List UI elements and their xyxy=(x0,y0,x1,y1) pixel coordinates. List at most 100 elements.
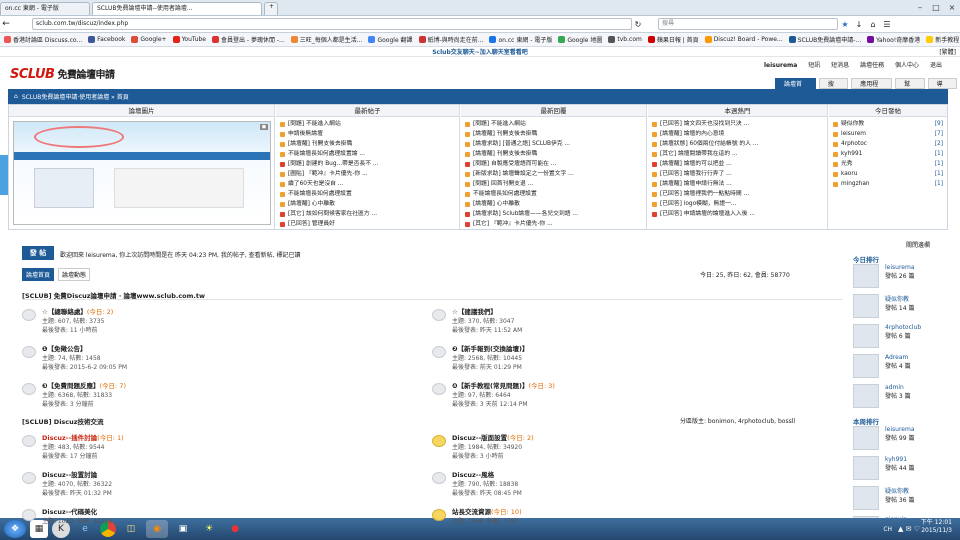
forum-last-post[interactable]: 最後發表: 3 小時前 xyxy=(452,451,504,460)
forum-entry[interactable]: ❹【新手教程(常見問題)】(今日: 3) 主題: 97, 帖數: 6464 最後發表… xyxy=(432,380,832,410)
avatar[interactable] xyxy=(853,324,879,348)
forum-entry[interactable]: ☆【建議我們】 主題: 370, 帖數: 3047 最後發表: 昨天 11:52 A… xyxy=(432,306,832,336)
username-link[interactable]: leisurema xyxy=(764,62,797,69)
list-item[interactable]: 續了60天也是沒自 ... xyxy=(280,179,455,189)
forum-title[interactable]: Discuz--代碼美化 xyxy=(42,506,97,516)
list-item[interactable]: [其它] 論壇閱讀帶我在這的 ... xyxy=(652,149,823,159)
forum-title[interactable]: Discuz--插件討論(今日: 1) xyxy=(42,432,124,442)
ranking-username[interactable]: leisurema xyxy=(885,426,915,433)
list-item[interactable]: [其它] 該如何問候客家在社區方 ... xyxy=(280,209,455,219)
list-item[interactable]: [論壇醒] 刊開支後去掛職 xyxy=(280,139,455,149)
bookmark-item[interactable]: 香港討論區 Discuss.co... xyxy=(4,35,82,44)
maximize-icon[interactable]: □ xyxy=(928,2,944,14)
bookmark-item[interactable]: Google 翻譯 xyxy=(368,35,413,44)
home-icon[interactable]: ⌂ xyxy=(14,93,18,100)
home-icon[interactable]: ⌂ xyxy=(866,20,880,29)
list-item[interactable]: [已回答] 論文四天也沒找到只決 ... xyxy=(652,119,823,129)
forum-last-post[interactable]: 最後發表: 3 分鐘前 xyxy=(42,399,94,408)
forum-last-post[interactable]: 最後發表: 昨天 08:45 PM xyxy=(452,488,522,497)
section-title[interactable]: [SCLUB] 免費Discuz論壇申請 · 論壇www.sclub.com.t… xyxy=(22,290,842,300)
list-item[interactable]: 不能論壇長如何處理設置論 ... xyxy=(280,149,455,159)
reload-icon[interactable]: ↻ xyxy=(632,20,644,29)
list-item[interactable]: [已回答] 論壇我行行弄了 ... xyxy=(652,169,823,179)
list-item[interactable]: [其它] 『範冲』卡片優先-你 ... xyxy=(465,219,642,229)
ranking-username[interactable]: 4rphotoclub xyxy=(885,324,921,331)
downloads-icon[interactable]: ↓ xyxy=(852,20,866,29)
list-item[interactable]: [已回答] 論壇裡我們一點點時間 ... xyxy=(652,189,823,199)
forum-title[interactable]: ☆【建議我們】 xyxy=(452,306,497,316)
forum-title[interactable]: 站長交流資源(今日: 10) xyxy=(452,506,522,516)
list-item[interactable]: [已回答] 申請論壇的論壇進入入後 ... xyxy=(652,209,823,219)
forum-entry[interactable]: Discuz--版面設置(今日: 2) 主題: 1984, 帖數: 34920 最後… xyxy=(432,432,832,462)
ranking-user[interactable]: leisurema 發帖 99 篇 xyxy=(853,426,953,456)
bookmark-item[interactable]: 蘋果日報 | 首頁 xyxy=(647,35,699,44)
tab-forum-activity[interactable]: 論壇動態 xyxy=(58,268,91,281)
bookmark-item[interactable]: tvb.com xyxy=(608,36,642,43)
forum-last-post[interactable]: 最後發表: 前天 01:29 PM xyxy=(452,362,522,371)
new-tab-button[interactable]: + xyxy=(264,2,278,15)
close-sidebar-link[interactable]: 關閉邊欄 xyxy=(906,240,930,249)
avatar[interactable] xyxy=(853,264,879,288)
bookmark-item[interactable]: 會員登出 - 夢瑰休閒 -... xyxy=(211,35,285,44)
list-item[interactable]: [問題] 不能進入網站 xyxy=(280,119,455,129)
ranking-user[interactable]: 疑似你教 發帖 14 篇 xyxy=(853,294,953,324)
bookmark-item[interactable]: Google 地圖 xyxy=(558,35,602,44)
search-input[interactable]: 搜尋 xyxy=(658,18,838,30)
new-post-button[interactable]: 發 帖 xyxy=(22,246,54,260)
forum-image-preview[interactable]: ◼ xyxy=(13,121,271,225)
ranking-username[interactable]: kyh991 xyxy=(885,456,914,463)
list-item[interactable]: [問題] 創建的 Bug...帶是否長不 ... xyxy=(280,159,455,169)
avatar[interactable] xyxy=(853,294,879,318)
ranking-user[interactable]: 疑似你教 發帖 36 篇 xyxy=(853,486,953,516)
forum-last-post[interactable]: 最後發表: 11 小時前 xyxy=(42,325,97,334)
ranking-user[interactable]: kyh991 發帖 44 篇 xyxy=(853,456,953,486)
forum-last-post[interactable]: 最後發表: 17 分鐘前 xyxy=(42,451,97,460)
bookmark-item[interactable]: SCLUB免費論壇申請-... xyxy=(788,35,861,44)
list-item[interactable]: 不能論壇長如何處理設置 xyxy=(280,189,455,199)
list-item[interactable]: [論壇醒] 刊開支後去掛職 xyxy=(465,129,642,139)
list-item[interactable]: kaoru [1] xyxy=(833,169,943,179)
list-item[interactable]: [論壇醒] 論壇的可以把並 ... xyxy=(652,159,823,169)
bookmark-item[interactable]: Yahoo!奇摩香港 xyxy=(867,35,920,44)
list-item[interactable]: [論壇求助] Sclub論壇——各兒交到語 ... xyxy=(465,209,642,219)
list-item[interactable]: [論壇醒] 心中離散 xyxy=(465,199,642,209)
forum-title[interactable]: Discuz--版面設置(今日: 2) xyxy=(452,432,534,442)
forum-entry[interactable]: Discuz--設置討論 主題: 4070, 帖數: 36322 最後發表: 昨天 … xyxy=(22,469,422,499)
forum-last-post[interactable]: 最後發表: 昨天 11:52 AM xyxy=(452,325,522,334)
site-logo[interactable]: SCLUB 免費論壇申請 xyxy=(10,66,115,82)
list-item[interactable]: [論壇醒] 論壇的內心意境 xyxy=(652,129,823,139)
forum-last-post[interactable]: 最後發表: 3 天前 12:14 PM xyxy=(452,399,528,408)
avatar[interactable] xyxy=(853,354,879,378)
list-item[interactable]: [新版求助] 論壇聲設定之一份置文字 ... xyxy=(465,169,642,179)
ranking-username[interactable]: leisurema xyxy=(885,264,915,271)
nav-navigation[interactable]: 導航 xyxy=(927,78,957,99)
forum-last-post[interactable]: 最後發表: 昨天 01:32 PM xyxy=(42,488,112,497)
ranking-username[interactable]: 疑似你教 xyxy=(885,294,914,303)
list-item[interactable]: [問題] 自製應受壇語而可能在 ... xyxy=(465,159,642,169)
bookmark-item[interactable]: YouTube xyxy=(172,36,206,43)
forum-entry[interactable]: ❷【新手報到(交換論壇)】 主題: 2568, 帖數: 10445 最後發表: 前天… xyxy=(432,343,832,373)
ranking-user[interactable]: Adream 發帖 4 篇 xyxy=(853,354,953,384)
avatar[interactable] xyxy=(853,486,879,510)
ranking-username[interactable]: Adream xyxy=(885,354,911,361)
bookmark-item[interactable]: 新手教程 xyxy=(926,35,959,44)
list-item[interactable]: 光秀 [1] xyxy=(833,159,943,169)
forum-entry[interactable]: Discuz--風格 主題: 790, 帖數: 18838 最後發表: 昨天 08:… xyxy=(432,469,832,499)
address-bar[interactable]: sclub.com.tw/discuz/index.php xyxy=(32,18,632,30)
tab-forum-home[interactable]: 論壇首頁 xyxy=(22,268,55,281)
list-item[interactable]: [問題] 不能進入網站 xyxy=(465,119,642,129)
bookmark-item[interactable]: 紙博-與時尚走在前... xyxy=(418,35,483,44)
list-item[interactable]: 疑似你教 [9] xyxy=(833,119,943,129)
logout-link[interactable]: 退出 xyxy=(930,62,942,69)
list-item[interactable]: 不能論壇長如何處理設置 xyxy=(465,189,642,199)
avatar[interactable] xyxy=(853,384,879,408)
minimize-icon[interactable]: – xyxy=(912,2,928,14)
tasks-link[interactable]: 論壇任務 xyxy=(860,62,884,69)
list-item[interactable]: [論壇醒] 刊開支後去掛職 xyxy=(465,149,642,159)
browser-tab-oncc[interactable]: on.cc 東網 - 電子版 xyxy=(0,2,90,15)
forum-title[interactable]: ❸【免費問題反應】(今日: 7) xyxy=(42,380,126,390)
nav-home[interactable]: 論壇首頁 xyxy=(775,78,816,99)
avatar[interactable] xyxy=(853,426,879,450)
list-item[interactable]: mingzhan [1] xyxy=(833,179,943,189)
breadcrumb-text[interactable]: SCLUB免費論壇申請·使用者論壇 » 首頁 xyxy=(22,92,129,101)
